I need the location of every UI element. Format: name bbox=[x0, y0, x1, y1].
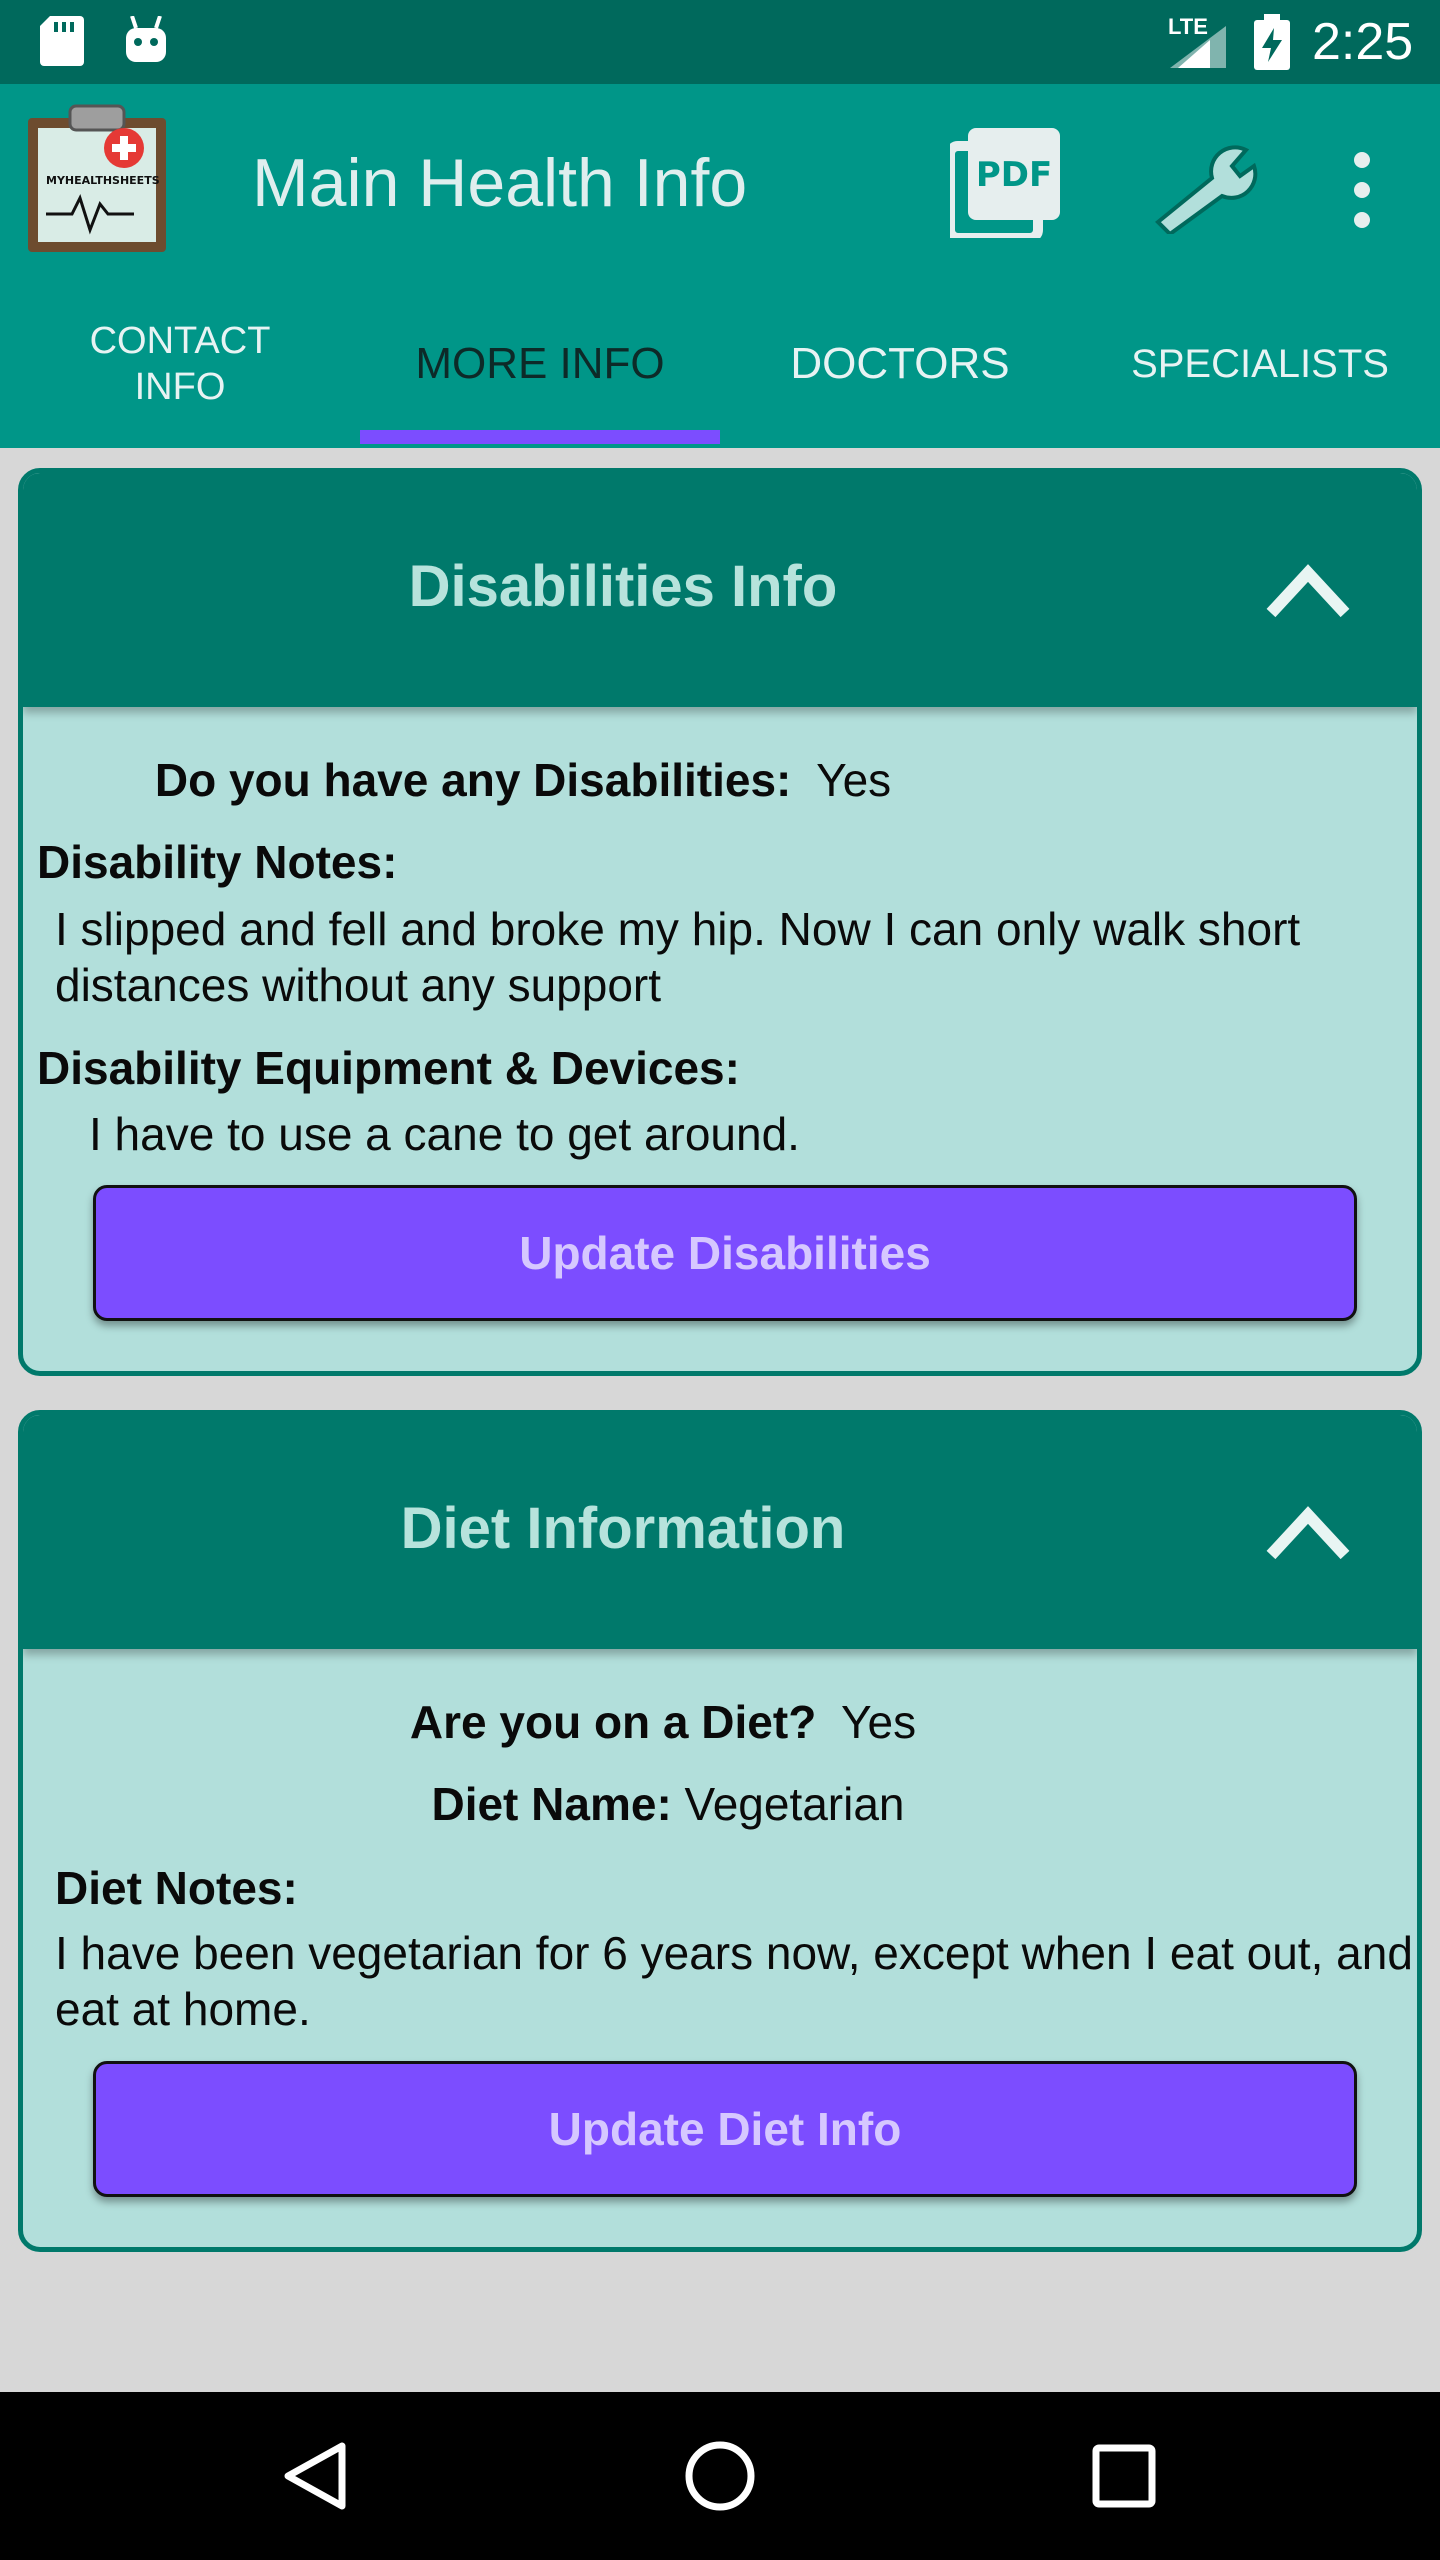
disabilities-question-row: Do you have any Disabilities: Yes bbox=[23, 753, 1023, 807]
home-icon[interactable] bbox=[680, 2436, 760, 2516]
diet-name-value: Vegetarian bbox=[684, 1778, 905, 1830]
diet-title: Diet Information bbox=[400, 1496, 846, 1561]
disabilities-card: Disabilities Info Do you have any Disabi… bbox=[18, 468, 1422, 1376]
disability-notes-label: Disability Notes: bbox=[37, 836, 398, 888]
update-diet-info-button[interactable]: Update Diet Info bbox=[93, 2061, 1357, 2197]
diet-question-label: Are you on a Diet? bbox=[409, 1696, 817, 1748]
chevron-up-icon[interactable] bbox=[1263, 559, 1353, 623]
disability-notes-value: I slipped and fell and broke my hip. Now… bbox=[55, 903, 1301, 1011]
sd-card-icon bbox=[40, 16, 84, 66]
diet-question-value: Yes bbox=[841, 1696, 917, 1748]
pdf-icon[interactable]: PDF bbox=[950, 128, 1060, 238]
diet-card-header[interactable]: Diet Information bbox=[23, 1415, 1417, 1649]
signal-icon bbox=[1170, 26, 1226, 68]
more-vert-icon[interactable] bbox=[1350, 150, 1374, 230]
diet-card: Diet Information Are you on a Diet? Yes … bbox=[18, 1410, 1422, 2252]
diet-question-row: Are you on a Diet? Yes bbox=[23, 1695, 1417, 1749]
tab-bar: CONTACT INFO MORE INFO DOCTORS SPECIALIS… bbox=[0, 280, 1440, 448]
tab-doctors[interactable]: DOCTORS bbox=[720, 280, 1080, 448]
battery-charging-icon bbox=[1254, 14, 1290, 70]
tab-specialists[interactable]: SPECIALISTS bbox=[1080, 280, 1440, 448]
diet-notes-value: I have been vegetarian for 6 years now, … bbox=[55, 1927, 1413, 2035]
active-tab-indicator bbox=[360, 430, 720, 444]
status-bar: LTE 2:25 bbox=[0, 0, 1440, 84]
app-logo-icon: MYHEALTHSHEETS bbox=[28, 104, 166, 252]
android-icon bbox=[126, 16, 166, 62]
disabilities-card-header[interactable]: Disabilities Info bbox=[23, 473, 1417, 707]
disabilities-question-value: Yes bbox=[816, 754, 892, 806]
recents-icon[interactable] bbox=[1084, 2436, 1164, 2516]
svg-text:PDF: PDF bbox=[976, 155, 1052, 195]
system-nav-bar bbox=[0, 2392, 1440, 2560]
app-title: Main Health Info bbox=[252, 145, 748, 221]
wrench-icon[interactable] bbox=[1150, 144, 1260, 234]
disability-equipment-value: I have to use a cane to get around. bbox=[89, 1108, 800, 1160]
disabilities-title: Disabilities Info bbox=[408, 554, 838, 619]
app-bar: MYHEALTHSHEETS Main Health Info PDF CONT… bbox=[0, 84, 1440, 448]
update-disabilities-button[interactable]: Update Disabilities bbox=[93, 1185, 1357, 1321]
chevron-up-icon[interactable] bbox=[1263, 1501, 1353, 1565]
disability-equipment-label: Disability Equipment & Devices: bbox=[37, 1042, 740, 1094]
tab-more-info[interactable]: MORE INFO bbox=[360, 280, 720, 448]
svg-text:MYHEALTHSHEETS: MYHEALTHSHEETS bbox=[46, 174, 160, 187]
tab-contact-info[interactable]: CONTACT INFO bbox=[0, 280, 360, 448]
clock: 2:25 bbox=[1312, 13, 1414, 71]
diet-notes-label: Diet Notes: bbox=[55, 1862, 298, 1914]
back-icon[interactable] bbox=[276, 2436, 356, 2516]
diet-name-row: Diet Name: Vegetarian bbox=[23, 1777, 1417, 1831]
diet-name-label: Diet Name: bbox=[431, 1778, 672, 1830]
disabilities-question-label: Do you have any Disabilities: bbox=[154, 754, 792, 806]
